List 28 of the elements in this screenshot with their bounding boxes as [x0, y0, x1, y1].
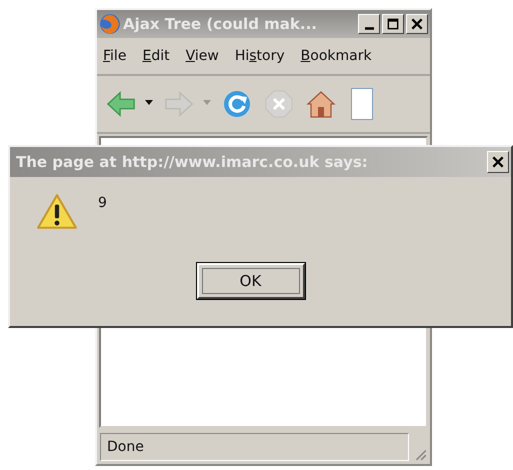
maximize-button[interactable]	[382, 14, 404, 34]
menu-item[interactable]: View	[186, 48, 219, 64]
dialog-message: 9	[98, 195, 107, 211]
forward-arrow-icon	[164, 89, 194, 119]
address-field[interactable]	[351, 88, 373, 120]
menu-item[interactable]: File	[103, 48, 126, 64]
close-button[interactable]	[406, 14, 428, 34]
stop-icon	[264, 89, 294, 119]
back-arrow-icon	[106, 89, 136, 119]
maximize-icon	[386, 17, 400, 31]
caret-icon	[203, 100, 211, 105]
resize-grip-icon[interactable]	[413, 447, 427, 461]
dialog-title: The page at http://www.imarc.co.uk says:	[16, 153, 369, 171]
menu-item[interactable]: Bookmark	[300, 48, 372, 64]
close-icon	[410, 17, 424, 31]
minimize-button[interactable]	[358, 14, 380, 34]
caret-icon	[145, 100, 153, 105]
ok-button[interactable]: OK	[196, 263, 304, 299]
warning-icon	[36, 193, 78, 231]
window-title: Ajax Tree (could mak...	[123, 15, 318, 33]
minimize-icon	[364, 26, 374, 30]
reload-icon	[222, 89, 252, 119]
menu-item[interactable]: History	[234, 48, 285, 64]
status-text: Done	[100, 433, 409, 461]
close-button[interactable]	[487, 151, 509, 173]
menu-item[interactable]: Edit	[142, 48, 170, 64]
home-icon	[306, 89, 336, 119]
close-icon	[491, 155, 505, 169]
